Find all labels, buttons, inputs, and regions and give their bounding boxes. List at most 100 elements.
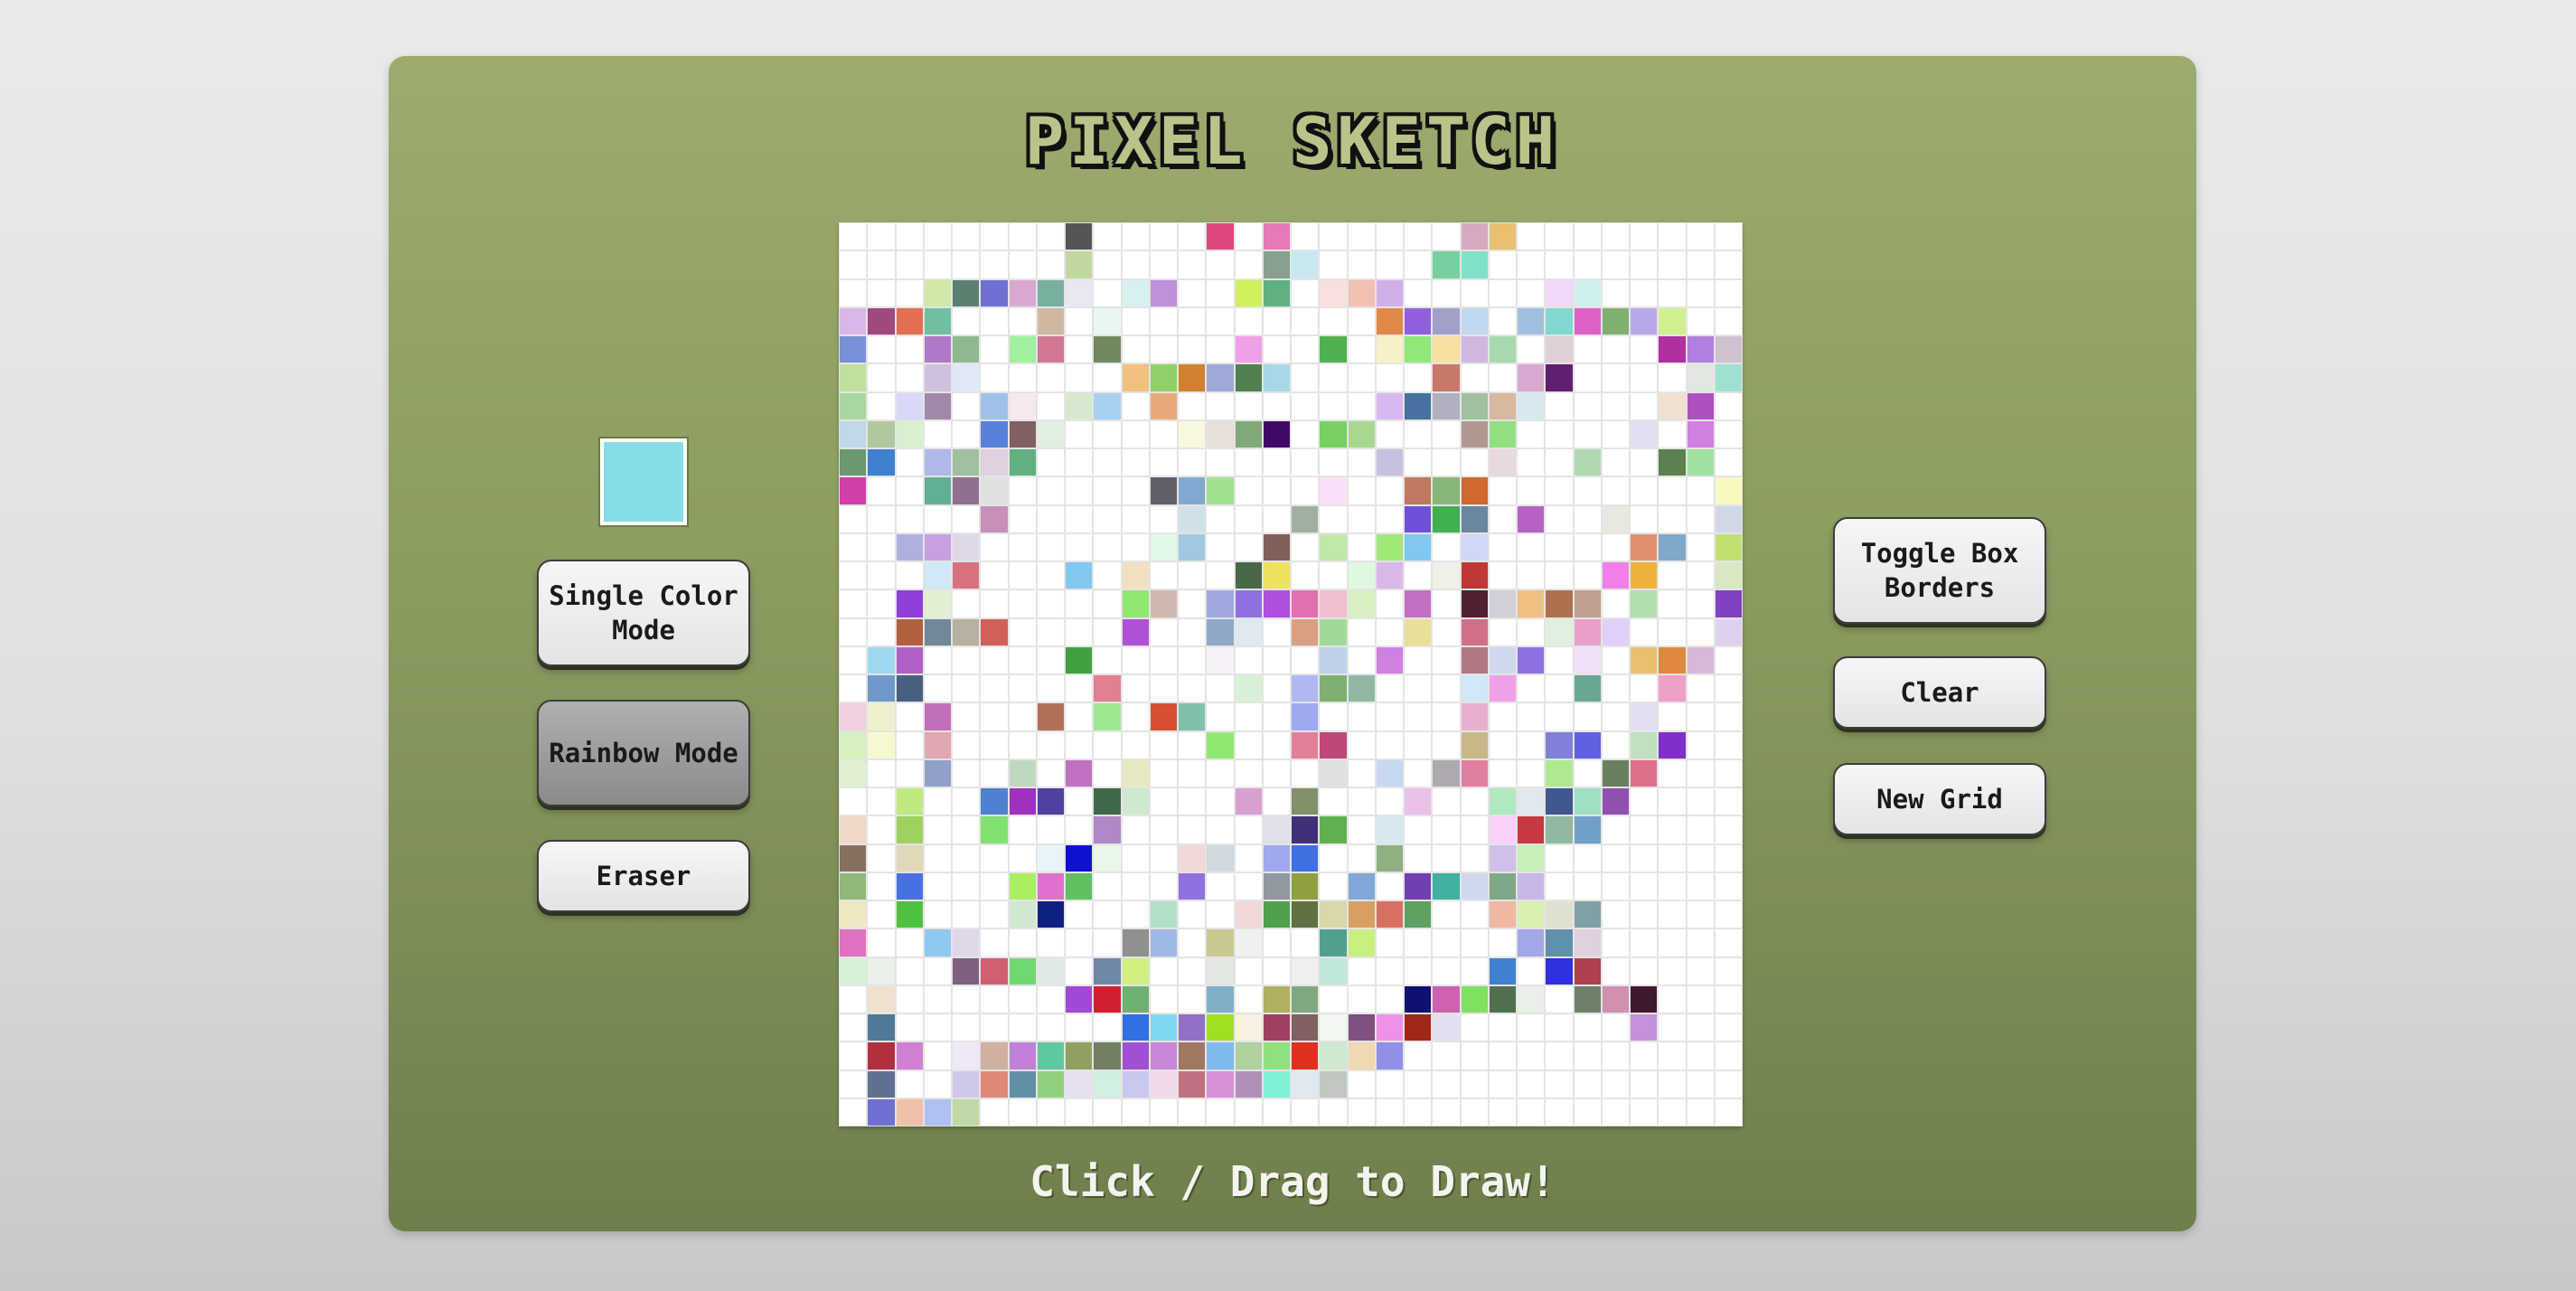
grid-cell[interactable] (1573, 391, 1602, 420)
grid-cell[interactable] (1375, 1098, 1404, 1126)
grid-cell[interactable] (1488, 617, 1517, 646)
grid-cell[interactable] (1149, 561, 1178, 590)
grid-cell[interactable] (1291, 928, 1320, 957)
grid-cell[interactable] (923, 419, 952, 448)
grid-cell[interactable] (1149, 1070, 1178, 1098)
grid-cell[interactable] (1262, 589, 1291, 618)
grid-cell[interactable] (895, 1098, 924, 1126)
grid-cell[interactable] (1404, 900, 1433, 929)
grid-cell[interactable] (1630, 419, 1659, 448)
grid-cell[interactable] (1630, 476, 1659, 505)
grid-cell[interactable] (1036, 306, 1065, 335)
grid-cell[interactable] (1178, 872, 1207, 900)
grid-cell[interactable] (1234, 1070, 1263, 1098)
grid-cell[interactable] (1517, 900, 1546, 929)
grid-cell[interactable] (1432, 928, 1461, 957)
grid-cell[interactable] (1404, 363, 1433, 392)
grid-cell[interactable] (1375, 250, 1404, 279)
grid-cell[interactable] (1658, 1070, 1687, 1098)
grid-cell[interactable] (1517, 985, 1546, 1013)
grid-cell[interactable] (1347, 1013, 1376, 1042)
grid-cell[interactable] (1149, 250, 1178, 279)
grid-cell[interactable] (980, 504, 1009, 533)
grid-cell[interactable] (1714, 278, 1743, 307)
grid-cell[interactable] (923, 956, 952, 985)
grid-cell[interactable] (923, 900, 952, 929)
grid-cell[interactable] (1319, 617, 1348, 646)
grid-cell[interactable] (1573, 476, 1602, 505)
grid-cell[interactable] (1121, 702, 1150, 731)
grid-cell[interactable] (1291, 1070, 1320, 1098)
grid-cell[interactable] (1517, 589, 1546, 618)
grid-cell[interactable] (895, 1070, 924, 1098)
grid-cell[interactable] (1291, 306, 1320, 335)
grid-cell[interactable] (1036, 730, 1065, 759)
grid-cell[interactable] (1206, 278, 1235, 307)
grid-cell[interactable] (895, 730, 924, 759)
grid-cell[interactable] (1601, 928, 1630, 957)
grid-cell[interactable] (1460, 335, 1489, 364)
grid-cell[interactable] (1206, 872, 1235, 900)
grid-cell[interactable] (1008, 306, 1037, 335)
grid-cell[interactable] (1545, 306, 1574, 335)
grid-cell[interactable] (1262, 561, 1291, 590)
grid-cell[interactable] (980, 306, 1009, 335)
grid-cell[interactable] (1375, 702, 1404, 731)
grid-cell[interactable] (980, 1070, 1009, 1098)
grid-cell[interactable] (1036, 504, 1065, 533)
grid-cell[interactable] (1347, 306, 1376, 335)
grid-cell[interactable] (839, 1098, 868, 1126)
grid-cell[interactable] (1630, 278, 1659, 307)
grid-cell[interactable] (1234, 730, 1263, 759)
grid-cell[interactable] (895, 928, 924, 957)
grid-cell[interactable] (1573, 250, 1602, 279)
grid-cell[interactable] (1093, 985, 1122, 1013)
grid-cell[interactable] (980, 1013, 1009, 1042)
grid-cell[interactable] (1601, 815, 1630, 844)
grid-cell[interactable] (1178, 674, 1207, 703)
grid-cell[interactable] (1206, 222, 1235, 251)
grid-cell[interactable] (1008, 702, 1037, 731)
grid-cell[interactable] (1658, 900, 1687, 929)
grid-cell[interactable] (867, 1098, 896, 1126)
grid-cell[interactable] (1291, 561, 1320, 590)
grid-cell[interactable] (1206, 646, 1235, 674)
grid-cell[interactable] (1686, 222, 1715, 251)
grid-cell[interactable] (1488, 222, 1517, 251)
grid-cell[interactable] (1206, 1098, 1235, 1126)
grid-cell[interactable] (1714, 1013, 1743, 1042)
grid-cell[interactable] (923, 815, 952, 844)
grid-cell[interactable] (1714, 363, 1743, 392)
grid-cell[interactable] (1714, 222, 1743, 251)
grid-cell[interactable] (839, 532, 868, 561)
grid-cell[interactable] (1036, 843, 1065, 872)
grid-cell[interactable] (1404, 787, 1433, 816)
grid-cell[interactable] (1291, 872, 1320, 900)
grid-cell[interactable] (952, 815, 981, 844)
grid-cell[interactable] (1262, 843, 1291, 872)
grid-cell[interactable] (895, 589, 924, 618)
grid-cell[interactable] (1658, 730, 1687, 759)
grid-cell[interactable] (895, 787, 924, 816)
grid-cell[interactable] (1404, 419, 1433, 448)
grid-cell[interactable] (1319, 363, 1348, 392)
grid-cell[interactable] (1206, 391, 1235, 420)
grid-cell[interactable] (952, 363, 981, 392)
grid-cell[interactable] (1178, 335, 1207, 364)
grid-cell[interactable] (923, 985, 952, 1013)
grid-cell[interactable] (1517, 448, 1546, 477)
grid-cell[interactable] (1686, 306, 1715, 335)
grid-cell[interactable] (1686, 1098, 1715, 1126)
grid-cell[interactable] (1206, 617, 1235, 646)
grid-cell[interactable] (867, 928, 896, 957)
grid-cell[interactable] (1630, 646, 1659, 674)
grid-cell[interactable] (1460, 561, 1489, 590)
grid-cell[interactable] (1517, 1070, 1546, 1098)
grid-cell[interactable] (1093, 561, 1122, 590)
grid-cell[interactable] (1460, 589, 1489, 618)
grid-cell[interactable] (1065, 787, 1094, 816)
grid-cell[interactable] (1658, 985, 1687, 1013)
grid-cell[interactable] (1093, 419, 1122, 448)
grid-cell[interactable] (1008, 363, 1037, 392)
grid-cell[interactable] (1573, 1041, 1602, 1070)
